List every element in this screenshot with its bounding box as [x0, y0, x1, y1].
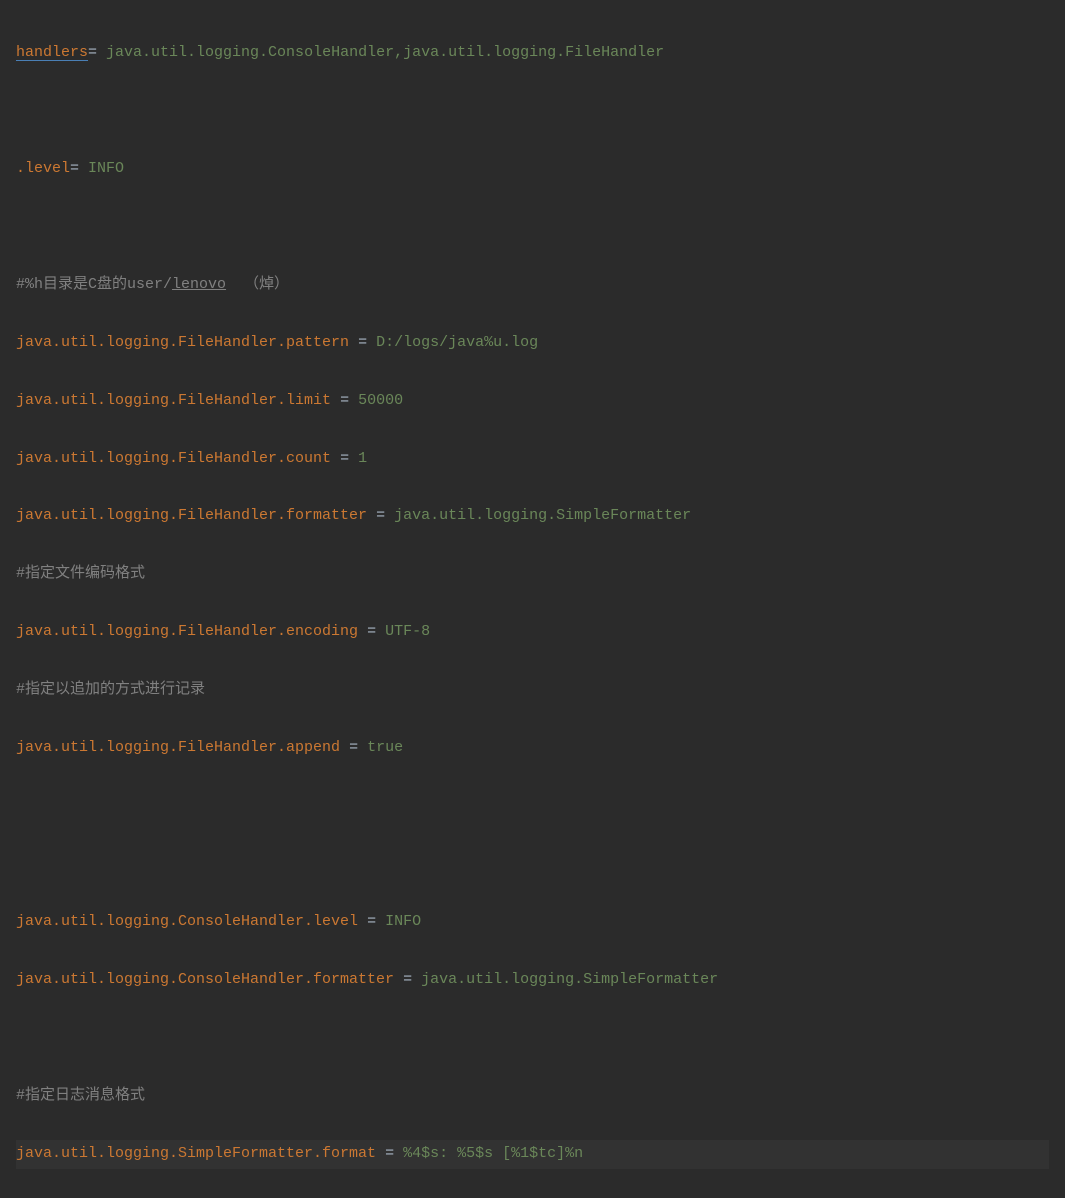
property-value: UTF-8	[385, 623, 430, 640]
property-value: INFO	[88, 160, 124, 177]
operator: =	[331, 450, 358, 467]
code-line[interactable]: java.util.logging.ConsoleHandler.formatt…	[16, 966, 1049, 995]
property-value: true	[367, 739, 403, 756]
property-key: handlers	[16, 45, 88, 61]
property-key: java.util.logging.FileHandler.limit	[16, 392, 331, 409]
code-line[interactable]: java.util.logging.FileHandler.count = 1	[16, 445, 1049, 474]
code-line[interactable]: java.util.logging.FileHandler.append = t…	[16, 734, 1049, 763]
operator: =	[331, 392, 358, 409]
comment-text: #指定以追加的方式进行记录	[16, 681, 205, 698]
code-editor[interactable]: handlers= java.util.logging.ConsoleHandl…	[16, 10, 1049, 1198]
property-value: D:/logs/java%u.log	[376, 334, 538, 351]
comment-text: #%h目录是C盘的user/	[16, 276, 172, 293]
property-value: %4$s: %5$s [%1$tc]%n	[403, 1145, 583, 1162]
property-value: java.util.logging.SimpleFormatter	[394, 507, 691, 524]
code-line[interactable]: java.util.logging.FileHandler.formatter …	[16, 502, 1049, 531]
property-key: java.util.logging.FileHandler.count	[16, 450, 331, 467]
property-key: java.util.logging.FileHandler.encoding	[16, 623, 358, 640]
property-value: 50000	[358, 392, 403, 409]
property-key: java.util.logging.ConsoleHandler.level	[16, 913, 358, 930]
code-line-blank[interactable]	[16, 792, 1049, 821]
operator: =	[376, 1145, 403, 1162]
operator: =	[349, 334, 376, 351]
code-line[interactable]: java.util.logging.FileHandler.encoding =…	[16, 618, 1049, 647]
property-value: java.util.logging.SimpleFormatter	[421, 971, 718, 988]
property-key: .level	[16, 160, 70, 177]
code-line-blank[interactable]	[16, 213, 1049, 242]
operator: =	[358, 623, 385, 640]
comment-text: #指定日志消息格式	[16, 1087, 145, 1104]
operator: =	[88, 44, 106, 61]
operator: =	[394, 971, 421, 988]
code-line[interactable]: #指定以追加的方式进行记录	[16, 676, 1049, 705]
code-line[interactable]: handlers= java.util.logging.ConsoleHandl…	[16, 39, 1049, 68]
property-key: java.util.logging.ConsoleHandler.formatt…	[16, 971, 394, 988]
code-line-blank[interactable]	[16, 97, 1049, 126]
code-line[interactable]: #指定文件编码格式	[16, 560, 1049, 589]
property-value: INFO	[385, 913, 421, 930]
comment-text: （焯）	[226, 276, 289, 293]
operator: =	[367, 507, 394, 524]
operator: =	[340, 739, 367, 756]
code-line-blank[interactable]	[16, 850, 1049, 879]
code-line[interactable]: java.util.logging.ConsoleHandler.level =…	[16, 908, 1049, 937]
code-line[interactable]: #指定日志消息格式	[16, 1082, 1049, 1111]
code-line[interactable]: .level= INFO	[16, 155, 1049, 184]
comment-text: #指定文件编码格式	[16, 565, 145, 582]
property-value: 1	[358, 450, 367, 467]
code-line[interactable]: #%h目录是C盘的user/lenovo （焯）	[16, 271, 1049, 300]
operator: =	[358, 913, 385, 930]
property-value: java.util.logging.ConsoleHandler,java.ut…	[106, 44, 664, 61]
property-key: java.util.logging.FileHandler.formatter	[16, 507, 367, 524]
code-line[interactable]: java.util.logging.FileHandler.pattern = …	[16, 329, 1049, 358]
code-line[interactable]: java.util.logging.FileHandler.limit = 50…	[16, 387, 1049, 416]
comment-text: lenovo	[172, 276, 226, 293]
property-key: java.util.logging.FileHandler.append	[16, 739, 340, 756]
property-key: java.util.logging.FileHandler.pattern	[16, 334, 349, 351]
property-key: java.util.logging.SimpleFormatter.format	[16, 1145, 376, 1162]
code-line-current[interactable]: java.util.logging.SimpleFormatter.format…	[16, 1140, 1049, 1169]
code-line-blank[interactable]	[16, 1024, 1049, 1053]
operator: =	[70, 160, 88, 177]
